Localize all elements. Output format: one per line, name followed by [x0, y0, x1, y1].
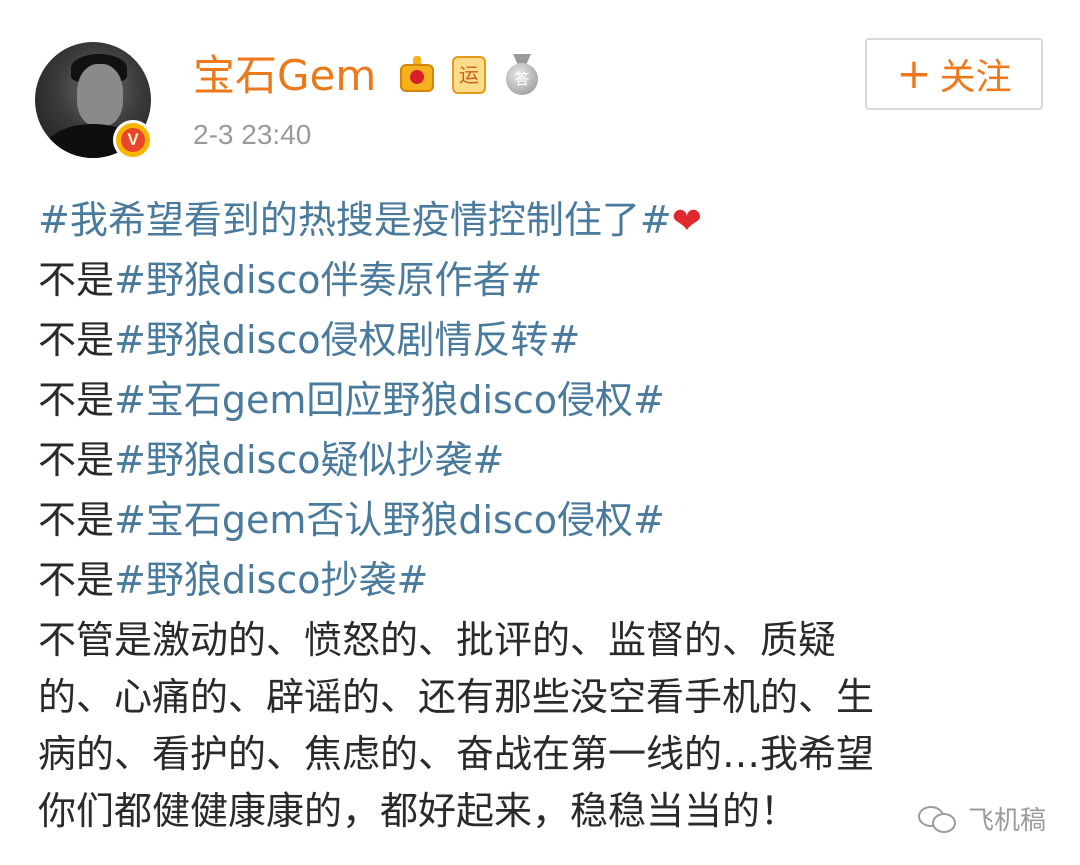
paragraph-line: 的、心痛的、辟谣的、还有那些没空看手机的、生: [38, 675, 875, 719]
content-line: 不是#宝石gem否认野狼disco侵权#: [38, 492, 1038, 552]
paragraph-line: 病的、看护的、焦虑的、奋战在第一线的…我希望: [38, 732, 875, 776]
line-prefix: 不是: [38, 378, 115, 422]
post-header: V 宝石Gem 运 答 2-3 23:40 + 关注: [0, 0, 1080, 180]
post-timestamp: 2-3 23:40: [193, 119, 312, 150]
content-line: 不是#野狼disco抄袭#: [38, 552, 1038, 612]
yun-badge-icon[interactable]: 运: [452, 56, 486, 94]
line-prefix: 不是: [38, 438, 115, 482]
line-prefix: 不是: [38, 498, 115, 542]
heart-emoji-icon: ❤: [671, 201, 702, 242]
plus-icon: +: [896, 49, 932, 98]
line-prefix: 不是: [38, 318, 115, 362]
content-line: 不是#野狼disco侵权剧情反转#: [38, 312, 1038, 372]
post-content: #我希望看到的热搜是疫情控制住了#❤ 不是#野狼disco伴奏原作者# 不是#野…: [38, 192, 1038, 840]
verified-badge-label: V: [121, 128, 145, 152]
wechat-icon: [918, 804, 958, 834]
weibo-post: V 宝石Gem 运 答 2-3 23:40 + 关注 #我希望看到的热搜是疫情控…: [0, 0, 1080, 865]
hashtag-link[interactable]: #野狼disco侵权剧情反转#: [114, 318, 580, 362]
follow-button[interactable]: + 关注: [865, 38, 1043, 110]
watermark: 飞机稿: [918, 800, 1046, 837]
hashtag-link[interactable]: #野狼disco伴奏原作者#: [114, 258, 542, 302]
hashtag-link[interactable]: #我希望看到的热搜是疫情控制住了#: [38, 198, 672, 242]
paragraph-line: 不管是激动的、愤怒的、批评的、监督的、质疑: [38, 618, 837, 662]
hashtag-link[interactable]: #野狼disco抄袭#: [114, 558, 428, 602]
hashtag-link[interactable]: #宝石gem回应野狼disco侵权#: [114, 378, 665, 422]
follow-button-label: 关注: [939, 57, 1012, 98]
verified-badge-icon: V: [113, 120, 153, 160]
medal-icon[interactable]: 答: [504, 54, 540, 96]
hashtag-link[interactable]: #宝石gem否认野狼disco侵权#: [114, 498, 665, 542]
author-name[interactable]: 宝石Gem: [193, 50, 376, 102]
avatar-face: [77, 64, 123, 126]
content-line: 不是#宝石gem回应野狼disco侵权#: [38, 372, 1038, 432]
paragraph-line: 你们都健健康康的，都好起来，稳稳当当的！: [38, 789, 799, 833]
author-badges: 运 答: [396, 50, 540, 100]
medal-label: 答: [506, 63, 538, 95]
content-line: 不是#野狼disco伴奏原作者#: [38, 252, 1038, 312]
hashtag-link[interactable]: #野狼disco疑似抄袭#: [114, 438, 504, 482]
content-line: 不是#野狼disco疑似抄袭#: [38, 432, 1038, 492]
line-prefix: 不是: [38, 258, 115, 302]
line-prefix: 不是: [38, 558, 115, 602]
watermark-label: 飞机稿: [968, 806, 1047, 836]
content-line: #我希望看到的热搜是疫情控制住了#❤: [38, 192, 1038, 252]
crown-icon[interactable]: [396, 56, 438, 94]
